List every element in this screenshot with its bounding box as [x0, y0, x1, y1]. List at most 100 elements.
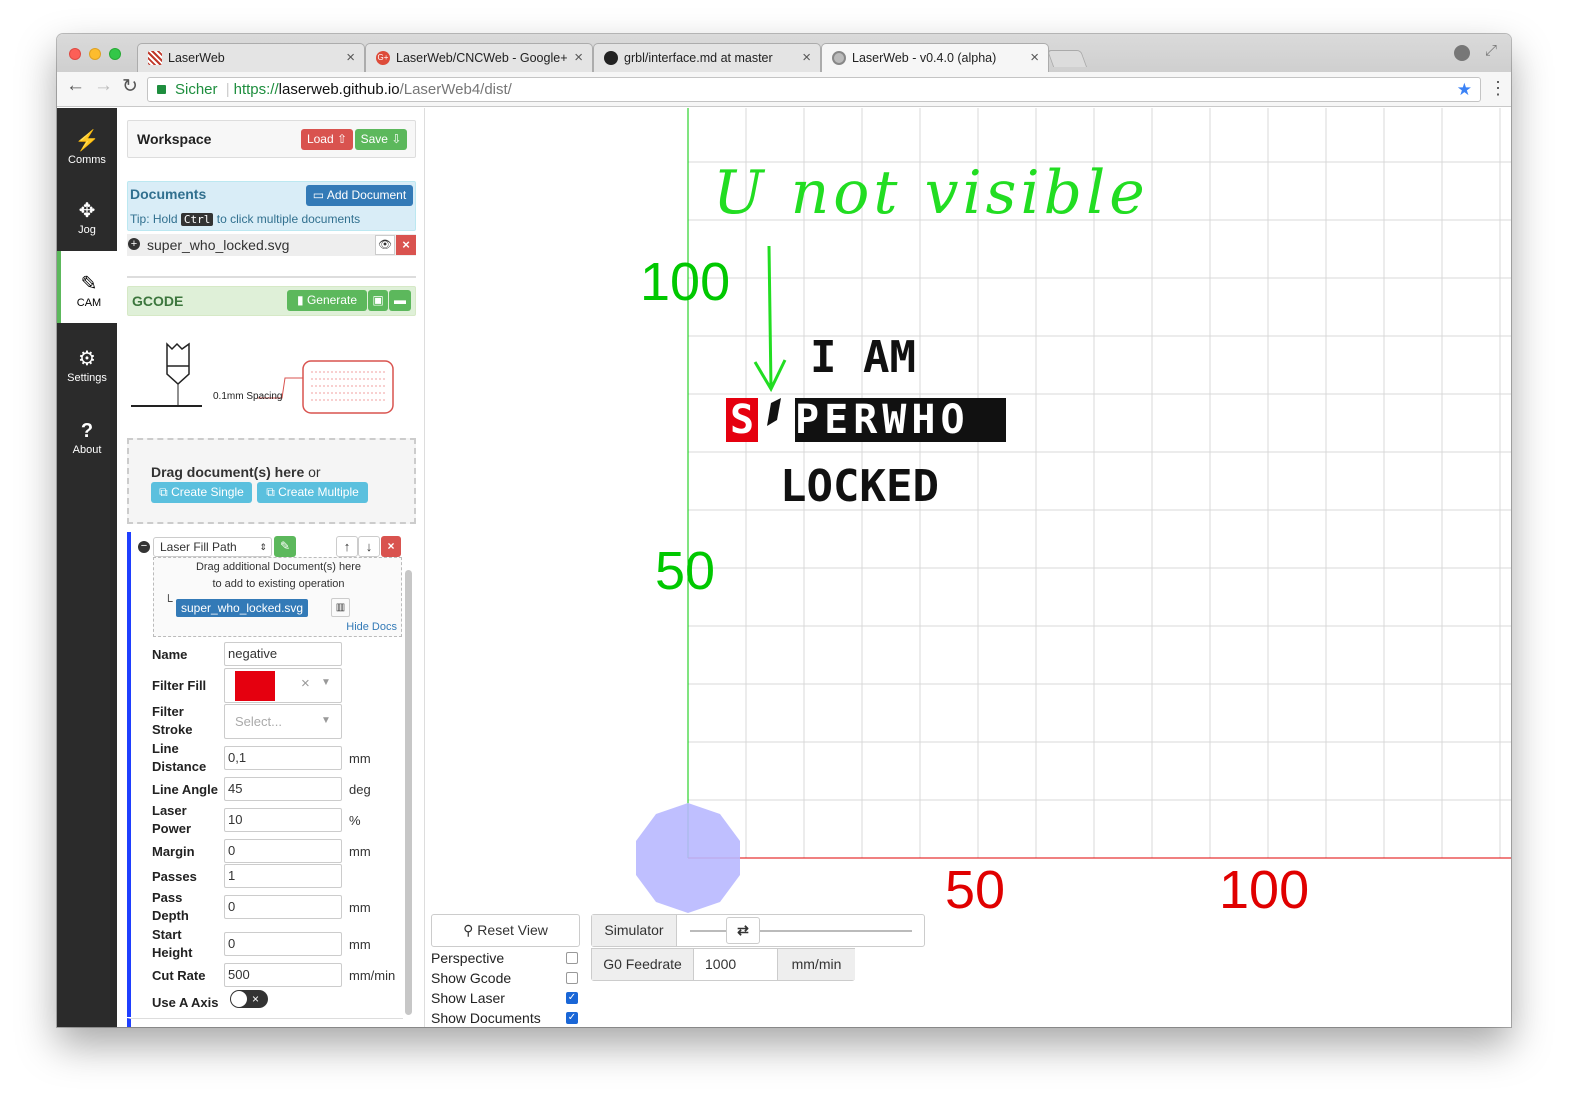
passes-input[interactable]: 1 — [224, 864, 342, 888]
url-path: /LaserWeb4/dist/ — [399, 81, 512, 98]
move-up-button[interactable]: ↑ — [336, 536, 358, 557]
sidebar-item-comms[interactable]: ⚡ Comms — [57, 130, 117, 166]
g0-feedrate-input[interactable]: 1000 — [705, 949, 736, 980]
line-angle-input[interactable]: 45 — [224, 777, 342, 801]
use-a-axis-toggle[interactable]: × — [230, 990, 268, 1008]
line-distance-input[interactable]: 0,1 — [224, 746, 342, 770]
document-row[interactable]: + super_who_locked.svg 👁 × — [127, 234, 416, 256]
forward-icon[interactable]: → — [94, 75, 113, 97]
close-tab-icon[interactable]: × — [346, 44, 355, 72]
profile-icon[interactable] — [1454, 45, 1470, 61]
close-tab-icon[interactable]: × — [1030, 44, 1039, 72]
url-scheme: https:// — [233, 81, 279, 98]
clear-fill-icon[interactable]: × — [301, 675, 310, 692]
app-sidebar: ⚡ Comms ✥ Jog ✎ CAM ⚙ Settings ? About — [57, 108, 117, 1027]
filter-stroke-label-1: Filter — [152, 704, 184, 719]
show-laser-checkbox[interactable]: ✓ — [566, 992, 578, 1004]
filter-fill-select[interactable]: × ▼ — [224, 668, 342, 703]
sidebar-item-label: Jog — [78, 224, 96, 236]
select-arrows-icon: ⇕ — [259, 542, 267, 552]
document-dropzone[interactable]: Drag document(s) here or ⧉ Create Single… — [127, 438, 416, 524]
new-tab-button[interactable] — [1046, 50, 1088, 67]
tab-google-plus[interactable]: G+ LaserWeb/CNCWeb - Google+ × — [365, 43, 593, 72]
tab-laserweb[interactable]: LaserWeb × — [137, 43, 365, 72]
open-gcode-button[interactable]: ▬ — [389, 290, 411, 311]
filter-stroke-select[interactable]: Select... ▼ — [224, 704, 342, 739]
x-label-100: 100 — [1219, 860, 1310, 920]
add-document-button[interactable]: ▭ Add Document — [306, 185, 413, 206]
divider — [127, 276, 416, 278]
url-input[interactable]: Sicher | https://laserweb.github.io/Laser… — [147, 77, 1481, 102]
bookmark-star-icon[interactable]: ★ — [1457, 78, 1472, 101]
laser-power-input[interactable]: 10 — [224, 808, 342, 832]
sidebar-item-cam[interactable]: ✎ CAM — [57, 251, 117, 323]
g0-feedrate-label: G0 Feedrate — [592, 949, 694, 980]
tab-bar: LaserWeb × G+ LaserWeb/CNCWeb - Google+ … — [57, 34, 1511, 73]
remove-document-button[interactable]: × — [396, 235, 416, 255]
laser-power-unit: % — [349, 813, 361, 828]
gcode-title: GCODE — [132, 293, 184, 309]
close-window-button[interactable] — [69, 48, 81, 60]
eye-icon[interactable]: 👁 — [375, 235, 395, 255]
create-single-button[interactable]: ⧉ Create Single — [151, 482, 252, 503]
operation-doc-tag[interactable]: super_who_locked.svg — [176, 599, 309, 617]
tab-title: LaserWeb/CNCWeb - Google+ — [396, 51, 568, 65]
expand-icon[interactable]: + — [128, 238, 140, 250]
collapse-icon[interactable]: − — [138, 541, 150, 553]
simulator-slider-handle[interactable]: ⇄ — [726, 917, 760, 944]
toggle-x-icon: × — [252, 992, 260, 1006]
remove-operation-button[interactable]: × — [381, 536, 401, 557]
spacing-label: 0.1mm Spacing — [213, 391, 283, 402]
show-gcode-checkbox[interactable] — [566, 972, 578, 984]
hide-docs-link[interactable]: Hide Docs — [346, 621, 397, 633]
save-gcode-button[interactable]: ▣ — [368, 290, 388, 311]
perspective-checkbox[interactable] — [566, 952, 578, 964]
tab-laserweb-active[interactable]: LaserWeb - v0.4.0 (alpha) × — [821, 43, 1049, 73]
folder-open-icon: ▭ — [312, 188, 325, 202]
save-button[interactable]: Save ⇩ — [355, 129, 407, 150]
menu-icon[interactable]: ⋮ — [1489, 78, 1507, 99]
show-documents-checkbox[interactable]: ✓ — [566, 1012, 578, 1024]
g0-feedrate-group: G0 Feedrate 1000 mm/min — [591, 948, 855, 981]
operation-type-select[interactable]: Laser Fill Path ⇕ — [153, 537, 272, 557]
sidebar-item-about[interactable]: ? About — [57, 420, 117, 456]
laser-fill-diagram — [131, 342, 394, 414]
simulator-group: Simulator ⇄ — [591, 914, 925, 947]
laser-head-icon — [166, 342, 190, 386]
sidebar-item-jog[interactable]: ✥ Jog — [57, 200, 117, 236]
workspace-canvas[interactable]: 100 50 50 100 U not visible I AM S PERWH… — [425, 108, 1511, 1027]
close-tab-icon[interactable]: × — [802, 44, 811, 72]
upload-icon: ⇧ — [336, 132, 348, 146]
move-down-button[interactable]: ↓ — [358, 536, 380, 557]
cut-rate-input[interactable]: 500 — [224, 963, 342, 987]
minimize-window-button[interactable] — [89, 48, 101, 60]
sidebar-item-settings[interactable]: ⚙ Settings — [57, 348, 117, 384]
reset-view-button[interactable]: ⚲ Reset View — [431, 914, 580, 947]
trash-icon[interactable]: ▥ — [331, 598, 350, 617]
back-icon[interactable]: ← — [66, 75, 85, 97]
laserweb-favicon-icon — [148, 51, 162, 65]
start-height-label-2: Height — [152, 945, 193, 960]
start-height-input[interactable]: 0 — [224, 932, 342, 956]
panel-scrollbar[interactable] — [405, 570, 412, 1015]
download-icon: ⇩ — [391, 132, 402, 146]
line-distance-unit: mm — [349, 751, 371, 766]
create-multiple-button[interactable]: ⧉ Create Multiple — [257, 482, 368, 503]
pass-depth-input[interactable]: 0 — [224, 895, 342, 919]
fullscreen-icon[interactable]: ⤢ — [1485, 42, 1497, 59]
edit-operation-button[interactable]: ✎ — [274, 536, 296, 557]
x-label-50: 50 — [945, 860, 1006, 920]
chart-icon: ▮ — [297, 293, 304, 307]
tab-github[interactable]: grbl/interface.md at master × — [593, 43, 821, 72]
line-angle-unit: deg — [349, 782, 371, 797]
close-tab-icon[interactable]: × — [574, 44, 583, 72]
margin-input[interactable]: 0 — [224, 839, 342, 863]
name-input[interactable]: negative — [224, 642, 342, 666]
operation-docs-dropzone[interactable]: Drag additional Document(s) here to add … — [153, 557, 402, 637]
load-button[interactable]: Load ⇧ — [301, 129, 353, 150]
maximize-window-button[interactable] — [109, 48, 121, 60]
simulator-track[interactable] — [690, 930, 912, 932]
pass-depth-label-1: Pass — [152, 890, 183, 905]
generate-button[interactable]: ▮ Generate — [287, 290, 367, 311]
reload-icon[interactable]: ↻ — [122, 75, 138, 98]
